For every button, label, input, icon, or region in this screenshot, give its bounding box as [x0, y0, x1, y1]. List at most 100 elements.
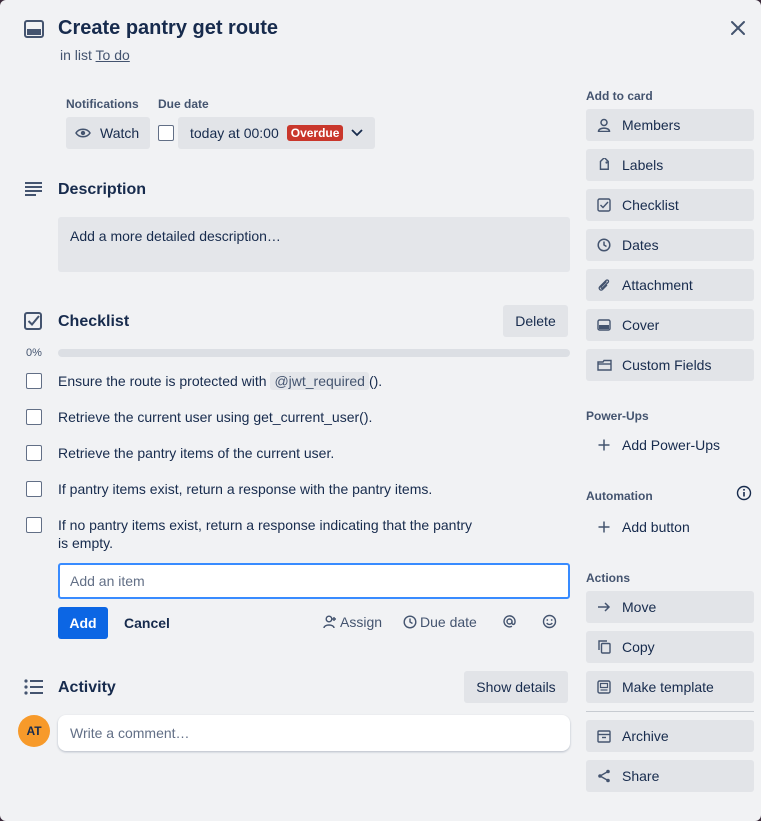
dates-button[interactable]: Dates	[586, 229, 754, 261]
list-link[interactable]: To do	[96, 47, 130, 63]
due-date-value: today at 00:00	[190, 125, 279, 141]
delete-checklist-button[interactable]: Delete	[503, 305, 568, 337]
add-powerups-button[interactable]: Add Power-Ups	[586, 429, 754, 461]
archive-label: Archive	[622, 728, 669, 744]
description-editor[interactable]: Add a more detailed description…	[58, 217, 570, 272]
dates-label: Dates	[622, 237, 659, 253]
chevron-down-icon	[351, 129, 364, 137]
item-checkbox[interactable]	[26, 445, 42, 461]
copy-icon	[596, 639, 612, 655]
paperclip-icon	[596, 277, 612, 293]
move-label: Move	[622, 599, 657, 615]
due-date-button[interactable]: today at 00:00 Overdue	[178, 117, 375, 149]
checklist-item[interactable]: If no pantry items exist, return a respo…	[58, 516, 498, 552]
make-template-button[interactable]: Make template	[586, 671, 754, 703]
card-detail-modal: Create pantry get route in list To do No…	[0, 0, 761, 821]
person-icon	[596, 117, 612, 133]
info-icon[interactable]	[736, 485, 752, 501]
avatar[interactable]: AT	[18, 715, 50, 747]
arrow-right-icon	[596, 599, 612, 615]
item-checkbox[interactable]	[26, 373, 42, 389]
labels-button[interactable]: Labels	[586, 149, 754, 181]
copy-button[interactable]: Copy	[586, 631, 754, 663]
archive-icon	[596, 728, 612, 744]
archive-button[interactable]: Archive	[586, 720, 754, 752]
checklist-item[interactable]: If pantry items exist, return a response…	[58, 480, 432, 498]
cover-button[interactable]: Cover	[586, 309, 754, 341]
activity-icon	[24, 679, 44, 695]
at-sign-icon	[502, 614, 517, 629]
copy-label: Copy	[622, 639, 655, 655]
add-member-icon	[323, 615, 337, 629]
share-label: Share	[622, 768, 660, 784]
actions-label: Actions	[586, 571, 631, 585]
assign-button[interactable]: Assign	[323, 614, 382, 630]
item-due-date-label: Due date	[420, 614, 477, 630]
item-text-before: Ensure the route is protected with	[58, 373, 267, 389]
tag-icon	[596, 157, 612, 173]
item-code: @jwt_required	[270, 372, 369, 390]
list-breadcrumb: in list To do	[60, 47, 130, 63]
description-title: Description	[58, 181, 147, 198]
item-checkbox[interactable]	[26, 481, 42, 497]
plus-icon	[596, 437, 612, 453]
powerups-label: Power-Ups	[586, 409, 649, 423]
in-list-prefix: in list	[60, 47, 92, 63]
item-checkbox[interactable]	[26, 409, 42, 425]
share-icon	[596, 768, 612, 784]
make-template-label: Make template	[622, 679, 714, 695]
smiley-icon	[542, 614, 557, 629]
members-button[interactable]: Members	[586, 109, 754, 141]
checklist-item[interactable]: Retrieve the current user using get_curr…	[58, 408, 372, 426]
eye-icon	[75, 127, 91, 139]
checklist-button[interactable]: Checklist	[586, 189, 754, 221]
attachment-button[interactable]: Attachment	[586, 269, 754, 301]
plus-icon	[596, 519, 612, 535]
members-label: Members	[622, 117, 681, 133]
add-button-label: Add button	[622, 519, 690, 535]
due-date-checkbox[interactable]	[158, 125, 174, 141]
add-powerups-label: Add Power-Ups	[622, 437, 721, 453]
card-title[interactable]: Create pantry get route	[58, 17, 278, 40]
watch-button[interactable]: Watch	[66, 117, 150, 149]
attachment-label: Attachment	[622, 277, 693, 293]
item-checkbox[interactable]	[26, 517, 42, 533]
checklist-item[interactable]: Ensure the route is protected with @jwt_…	[58, 372, 382, 390]
custom-fields-icon	[596, 357, 612, 373]
add-item-input[interactable]	[58, 563, 570, 599]
watch-label: Watch	[100, 125, 140, 141]
share-button[interactable]: Share	[586, 760, 754, 792]
checklist-title[interactable]: Checklist	[58, 313, 129, 331]
cancel-button[interactable]: Cancel	[124, 615, 170, 631]
item-text-line2: is empty.	[58, 535, 113, 551]
cover-icon	[596, 317, 612, 333]
add-automation-button[interactable]: Add button	[586, 511, 754, 543]
checklist-item[interactable]: Retrieve the pantry items of the current…	[58, 444, 334, 462]
move-button[interactable]: Move	[586, 591, 754, 623]
item-due-date-button[interactable]: Due date	[403, 614, 477, 630]
item-text-line1: If no pantry items exist, return a respo…	[58, 517, 472, 533]
cover-label: Cover	[622, 317, 660, 333]
notifications-label: Notifications	[66, 97, 139, 111]
due-date-label: Due date	[158, 97, 209, 111]
close-button[interactable]	[726, 16, 750, 40]
checklist-icon	[24, 312, 42, 330]
clock-icon	[403, 615, 417, 629]
close-icon	[731, 21, 745, 35]
sidebar-divider	[586, 711, 754, 712]
add-item-button[interactable]: Add	[58, 607, 108, 639]
add-to-card-label: Add to card	[586, 89, 653, 103]
checkbox-icon	[596, 197, 612, 213]
mention-button[interactable]	[502, 614, 517, 629]
emoji-button[interactable]	[542, 614, 557, 629]
labels-label: Labels	[622, 157, 664, 173]
custom-fields-button[interactable]: Custom Fields	[586, 349, 754, 381]
description-icon	[24, 181, 43, 197]
checklist-label: Checklist	[622, 197, 679, 213]
template-icon	[596, 679, 612, 695]
overdue-badge: Overdue	[286, 125, 344, 141]
comment-input[interactable]: Write a comment…	[58, 715, 570, 751]
show-details-button[interactable]: Show details	[464, 671, 568, 703]
custom-fields-label: Custom Fields	[622, 357, 712, 373]
card-icon	[24, 20, 44, 38]
